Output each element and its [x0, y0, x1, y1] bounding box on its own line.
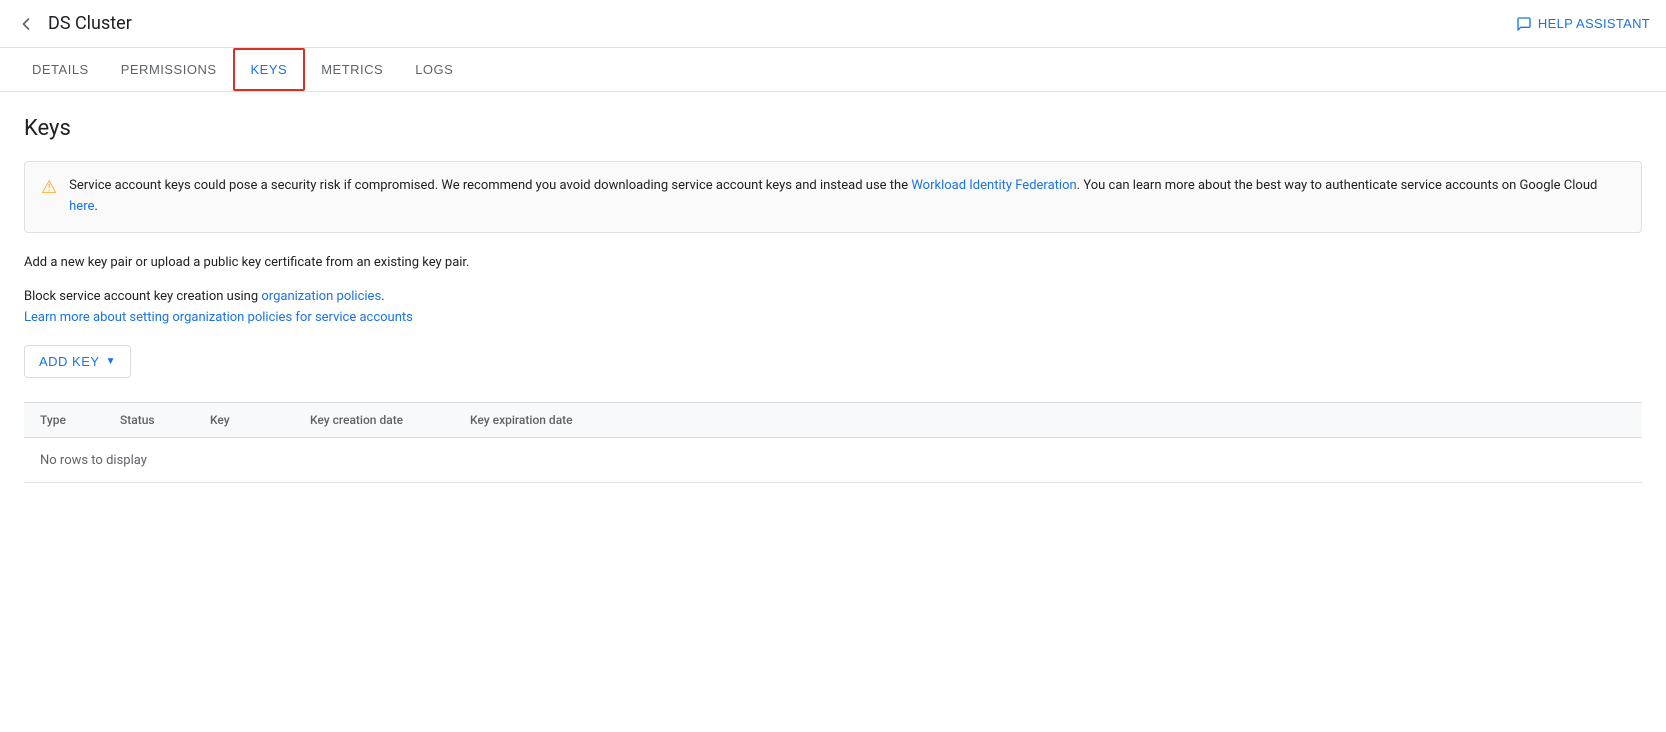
col-header-status: Status: [120, 413, 210, 427]
back-button[interactable]: [16, 14, 36, 34]
tab-details[interactable]: DETAILS: [16, 48, 105, 91]
tab-logs[interactable]: LOGS: [399, 48, 469, 91]
table-body: No rows to display: [24, 438, 1642, 482]
warning-icon: ⚠: [41, 177, 57, 198]
header: DS Cluster HELP ASSISTANT: [0, 0, 1666, 48]
keys-table: Type Status Key Key creation date Key ex…: [24, 402, 1642, 483]
help-assistant-label: HELP ASSISTANT: [1538, 16, 1650, 31]
help-assistant-icon: [1516, 16, 1532, 32]
header-left: DS Cluster: [16, 13, 132, 34]
warning-text: Service account keys could pose a securi…: [69, 176, 1625, 218]
block-text-before: Block service account key creation using: [24, 289, 261, 304]
content-area: Keys ⚠ Service account keys could pose a…: [0, 92, 1666, 507]
warning-text-after: . You can learn more about the best way …: [1077, 178, 1598, 193]
warning-banner: ⚠ Service account keys could pose a secu…: [24, 161, 1642, 233]
tab-permissions[interactable]: PERMISSIONS: [105, 48, 233, 91]
here-link[interactable]: here: [69, 199, 94, 214]
add-key-label: ADD KEY: [39, 354, 100, 369]
description-text: Add a new key pair or upload a public ke…: [24, 253, 1642, 274]
col-header-type: Type: [40, 413, 120, 427]
tabs-bar: DETAILS PERMISSIONS KEYS METRICS LOGS: [0, 48, 1666, 92]
no-rows-message: No rows to display: [40, 453, 147, 468]
page-title: DS Cluster: [48, 13, 132, 34]
warning-text-before: Service account keys could pose a securi…: [69, 178, 911, 193]
keys-title: Keys: [24, 116, 1642, 141]
col-header-key: Key: [210, 413, 310, 427]
block-text: Block service account key creation using…: [24, 289, 1642, 304]
tab-keys[interactable]: KEYS: [233, 48, 306, 91]
add-key-button[interactable]: ADD KEY ▼: [24, 345, 131, 378]
tab-metrics[interactable]: METRICS: [305, 48, 399, 91]
learn-more-link[interactable]: Learn more about setting organization po…: [24, 310, 1642, 325]
col-header-creation: Key creation date: [310, 413, 470, 427]
col-header-expiration: Key expiration date: [470, 413, 630, 427]
help-assistant-button[interactable]: HELP ASSISTANT: [1516, 16, 1650, 32]
workload-identity-link[interactable]: Workload Identity Federation: [911, 178, 1076, 193]
org-policies-period: .: [381, 289, 384, 304]
dropdown-arrow-icon: ▼: [106, 356, 116, 367]
warning-period: .: [94, 199, 97, 214]
org-policies-link[interactable]: organization policies: [261, 289, 381, 304]
table-header: Type Status Key Key creation date Key ex…: [24, 403, 1642, 438]
